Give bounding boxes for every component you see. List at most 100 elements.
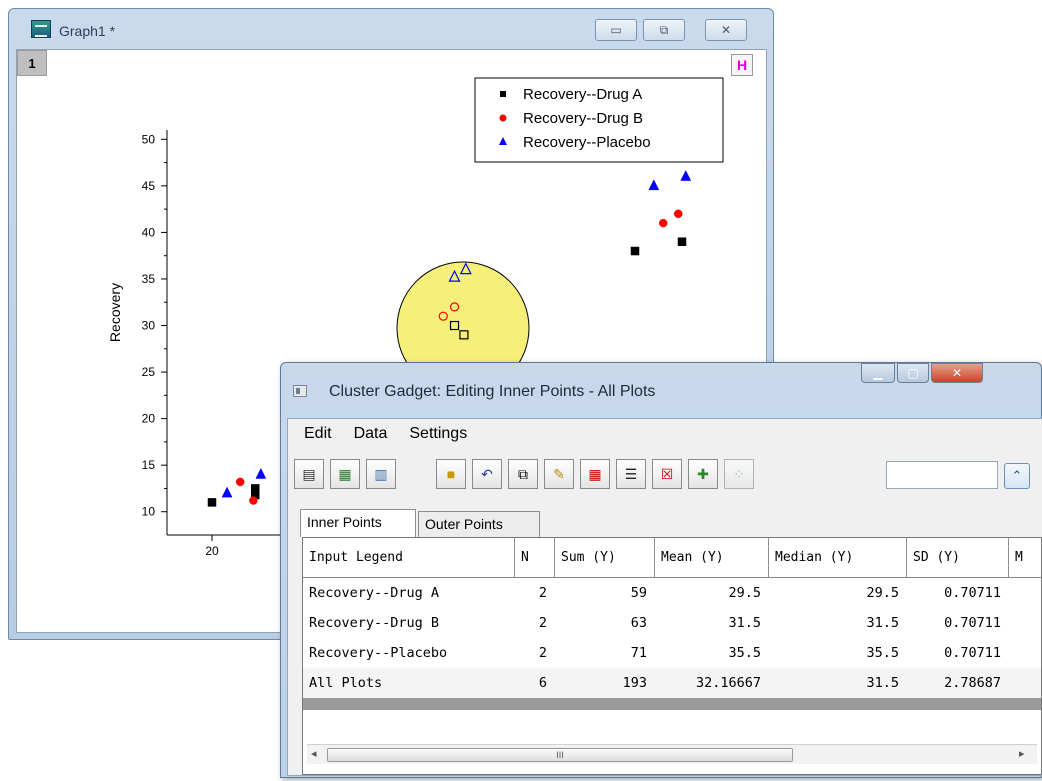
cell-sum: 193 (622, 675, 647, 691)
cell-median: 31.5 (866, 675, 899, 691)
plot-legend: Recovery--Drug A Recovery--Drug B Recovery… (474, 77, 724, 163)
chevron-up-icon: ⌃ (1011, 468, 1023, 483)
menu-settings[interactable]: Settings (409, 425, 467, 443)
data-point (648, 179, 660, 191)
cluster-gadget-body: Edit Data Settings ▤ ▦ ▥ ■ ↶ ⧉ ✎ ▦ ☰ ☒ ✚… (287, 418, 1042, 776)
data-point (680, 169, 692, 181)
cell-legend: Recovery--Placebo (309, 645, 448, 661)
restore-button[interactable]: ⧉ (643, 19, 685, 41)
toolbar-button-outer-points[interactable]: ☒ (652, 459, 682, 489)
column-header-sum[interactable]: Sum (Y) (555, 538, 655, 578)
graph-window-title: Graph1 * (59, 23, 116, 39)
cell-mean: 31.5 (728, 615, 761, 631)
column-header-median[interactable]: Median (Y) (769, 538, 907, 578)
collapse-toolbar-button[interactable]: ⌃ (1004, 463, 1030, 489)
scroll-right-icon[interactable]: ▸ (1019, 747, 1025, 760)
column-header-n[interactable]: N (515, 538, 555, 578)
table-row[interactable]: Recovery--Placebo 2 71 35.5 35.5 0.70711 (303, 638, 1041, 668)
column-header-mean[interactable]: Mean (Y) (655, 538, 769, 578)
dialog-icon (293, 385, 307, 397)
toolbar-button-worksheet[interactable]: ▥ (366, 459, 396, 489)
cell-n: 2 (538, 615, 547, 631)
column-header-input-legend[interactable]: Input Legend (303, 538, 515, 578)
y-tick-label: 25 (142, 365, 156, 379)
cg-close-icon: ✕ (951, 366, 963, 380)
y-tick-label: 30 (142, 319, 156, 333)
cell-n: 2 (538, 645, 547, 661)
undo-icon: ↶ (481, 465, 493, 482)
cell-sd: 0.70711 (944, 615, 1001, 631)
y-tick-label: 15 (142, 458, 156, 472)
toolbar-combo[interactable] (886, 461, 998, 489)
close-button[interactable]: ✕ (705, 19, 747, 41)
toolbar-button-disabled[interactable]: ⁘ (724, 459, 754, 489)
table-row[interactable]: Recovery--Drug B 2 63 31.5 31.5 0.70711 (303, 608, 1041, 638)
stats-table[interactable]: Input Legend N Sum (Y) Mean (Y) Median (… (302, 537, 1042, 775)
toolbar-button-undo[interactable]: ↶ (472, 459, 502, 489)
column-header-m[interactable]: M (1009, 538, 1041, 578)
data-point (235, 477, 245, 487)
toolbar-button-inner-points[interactable]: ☰ (616, 459, 646, 489)
data-point (207, 498, 217, 507)
table-row-total[interactable]: All Plots 6 193 32.16667 31.5 2.78687 (303, 668, 1041, 698)
cell-mean: 35.5 (728, 645, 761, 661)
report-icon: ▤ (302, 465, 316, 482)
table-empty-row (303, 696, 1041, 710)
cell-median: 31.5 (866, 615, 899, 631)
toolbar-button-append[interactable]: ▦ (330, 459, 360, 489)
toolbar-button-edit-color[interactable]: ✎ (544, 459, 574, 489)
cg-minimize-button[interactable]: ▁ (861, 363, 895, 383)
cg-maximize-button[interactable]: ▢ (897, 363, 929, 383)
copy-icon: ⧉ (518, 465, 528, 482)
menu-edit[interactable]: Edit (304, 425, 332, 443)
x-tick-label: 20 (205, 544, 219, 558)
y-axis-label: Recovery (107, 283, 123, 342)
layer-tab[interactable]: 1 (17, 50, 47, 76)
tab-outer-points[interactable]: Outer Points (418, 511, 540, 537)
cell-sd: 0.70711 (944, 645, 1001, 661)
tab-inner-points[interactable]: Inner Points (300, 509, 416, 537)
close-icon: ✕ (720, 23, 732, 37)
cell-sum: 59 (630, 585, 647, 601)
legend-label: Recovery--Placebo (523, 134, 651, 151)
scroll-left-icon[interactable]: ◂ (311, 747, 317, 760)
inner-points-icon: ☰ (624, 465, 638, 482)
toolbar-button-mask[interactable]: ■ (436, 459, 466, 489)
table-row[interactable]: Recovery--Drug A 2 59 29.5 29.5 0.70711 (303, 578, 1041, 608)
scatter-icon: ⁘ (733, 465, 745, 482)
data-point (630, 246, 640, 256)
h-button[interactable]: H (731, 54, 753, 76)
toolbar-button-copy[interactable]: ⧉ (508, 459, 538, 489)
cell-legend: All Plots (309, 675, 383, 691)
cell-legend: Recovery--Drug A (309, 585, 440, 601)
cg-maximize-icon: ▢ (907, 366, 919, 380)
minimize-icon: ▭ (610, 23, 622, 37)
cell-sum: 71 (630, 645, 647, 661)
cluster-gadget-window: Cluster Gadget: Editing Inner Points - A… (280, 362, 1042, 778)
cell-sum: 63 (630, 615, 647, 631)
legend-label: Recovery--Drug A (523, 86, 642, 103)
minimize-button[interactable]: ▭ (595, 19, 637, 41)
cg-minimize-icon: ▁ (873, 366, 883, 380)
cg-close-button[interactable]: ✕ (931, 363, 983, 383)
y-tick-label: 10 (142, 505, 156, 519)
column-header-sd[interactable]: SD (Y) (907, 538, 1009, 578)
menu-bar: Edit Data Settings (288, 419, 1038, 449)
y-tick-label: 40 (142, 225, 156, 239)
data-point (677, 237, 687, 246)
brush-icon: ✎ (553, 465, 565, 482)
data-point (673, 209, 683, 219)
toolbar-button-report[interactable]: ▤ (294, 459, 324, 489)
cluster-gadget-title: Cluster Gadget: Editing Inner Points - A… (329, 383, 656, 400)
horizontal-scrollbar[interactable]: ◂ III ▸ (307, 744, 1037, 764)
toolbar-button-delete-rows[interactable]: ▦ (580, 459, 610, 489)
delete-table-icon: ▦ (588, 465, 602, 482)
y-tick-label: 35 (142, 272, 156, 286)
table-header: Input Legend N Sum (Y) Mean (Y) Median (… (303, 538, 1041, 578)
toolbar: ▤ ▦ ▥ ■ ↶ ⧉ ✎ ▦ ☰ ☒ ✚ ⁘ ⌃ (292, 455, 1032, 491)
y-tick-label: 20 (142, 412, 156, 426)
toolbar-button-new-cluster[interactable]: ✚ (688, 459, 718, 489)
legend-label: Recovery--Drug B (523, 110, 643, 127)
menu-data[interactable]: Data (354, 425, 388, 443)
scrollbar-thumb[interactable]: III (327, 748, 793, 762)
